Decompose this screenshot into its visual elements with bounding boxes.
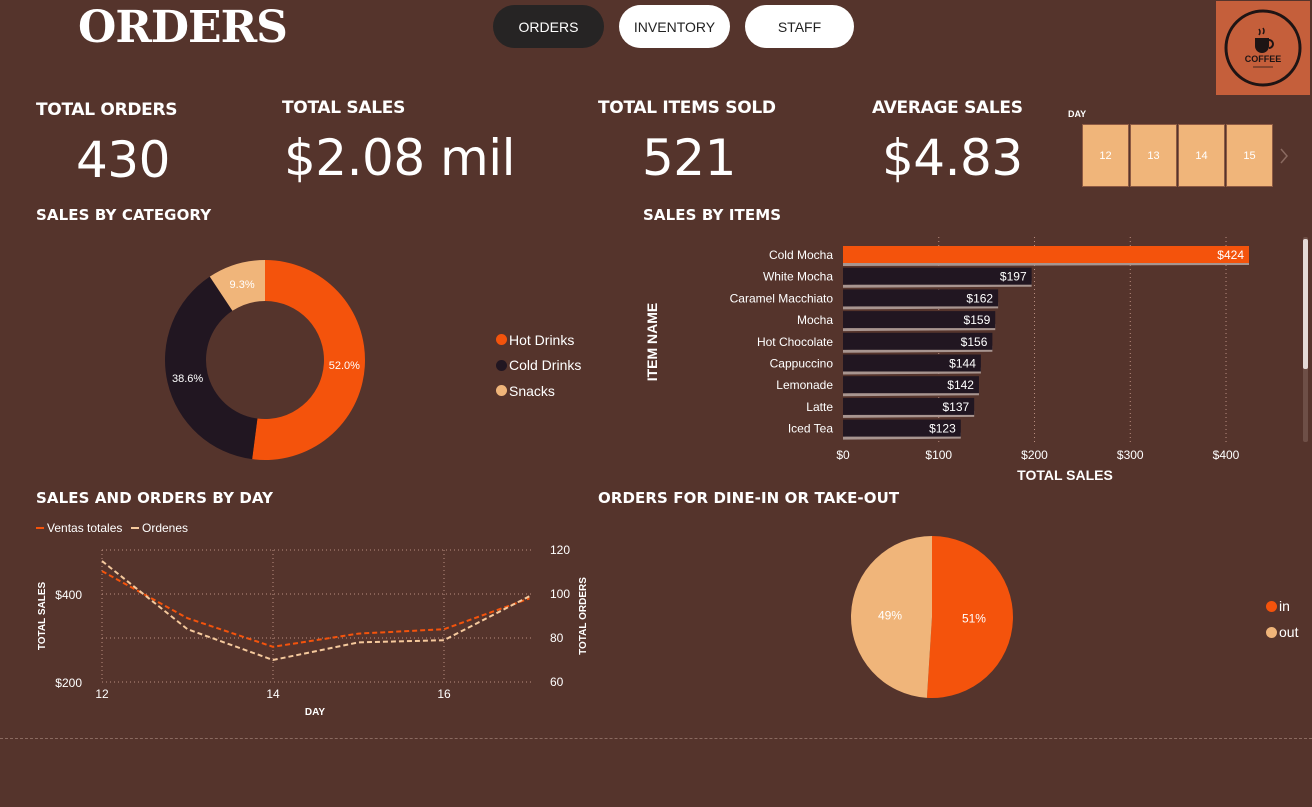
kpi-total-orders-label: TOTAL ORDERS bbox=[36, 100, 178, 120]
x-tick-label: $200 bbox=[1021, 448, 1048, 462]
day-slicer-label: DAY bbox=[1068, 109, 1087, 119]
x-tick-label: $300 bbox=[1117, 448, 1144, 462]
sales-orders-line-chart: Ventas totales Ordenes $400 $200 120 100 80 60 1… bbox=[36, 521, 589, 718]
page-title: ORDERS bbox=[78, 2, 288, 53]
legend-item[interactable]: Snacks bbox=[496, 378, 581, 403]
legend-label: Ordenes bbox=[142, 521, 188, 535]
pie-slice-label: 49% bbox=[878, 609, 902, 623]
pie-slice-label: 51% bbox=[962, 611, 986, 625]
dine-legend: in out bbox=[1266, 593, 1298, 645]
legend-label: Ventas totales bbox=[47, 521, 122, 535]
sales-by-items-title: SALES BY ITEMS bbox=[643, 206, 782, 224]
series-line-ordenes bbox=[101, 560, 530, 662]
legend-label: Cold Drinks bbox=[509, 357, 582, 373]
series-line-ventas bbox=[101, 570, 530, 648]
kpi-items-sold-value: 521 bbox=[642, 129, 736, 187]
nav-orders-button[interactable]: ORDERS bbox=[493, 5, 604, 48]
bar-category-label: Caramel Macchiato bbox=[730, 291, 834, 305]
y-axis-title: ITEM NAME bbox=[644, 303, 660, 382]
bar-value-label: $137 bbox=[942, 400, 969, 414]
legend-item[interactable]: out bbox=[1266, 619, 1298, 645]
bar-value-label: $159 bbox=[964, 313, 991, 327]
coffee-logo: COFFEE bbox=[1216, 1, 1310, 95]
bar-value-label: $156 bbox=[961, 335, 988, 349]
day-option-12[interactable]: 12 bbox=[1082, 124, 1129, 187]
donut-slice-label: 9.3% bbox=[230, 279, 255, 291]
sales-by-items-bar-chart: Cold Mocha $424 White Mocha $197 Caramel Mac… bbox=[644, 237, 1308, 483]
bar bbox=[843, 246, 1249, 263]
coffee-cup-icon: COFFEE bbox=[1224, 9, 1302, 87]
x-tick-label: $0 bbox=[836, 448, 850, 462]
sales-orders-by-day-title: SALES AND ORDERS BY DAY bbox=[36, 489, 274, 507]
bar-category-label: Mocha bbox=[797, 313, 833, 327]
bar-value-label: $123 bbox=[929, 422, 956, 436]
x-tick-label: $400 bbox=[1213, 448, 1240, 462]
dine-in-take-out-title: ORDERS FOR DINE-IN OR TAKE-OUT bbox=[598, 489, 900, 507]
bar-value-label: $162 bbox=[966, 291, 993, 305]
y-right-tick-label: 60 bbox=[550, 675, 564, 689]
x-tick-label: 12 bbox=[95, 687, 109, 701]
y-left-tick-label: $400 bbox=[55, 588, 82, 602]
donut-slice-label: 38.6% bbox=[172, 373, 203, 385]
y-right-tick-label: 80 bbox=[550, 631, 564, 645]
sales-by-category-title: SALES BY CATEGORY bbox=[36, 206, 212, 224]
legend-item[interactable]: in bbox=[1266, 593, 1298, 619]
legend-swatch bbox=[496, 359, 507, 371]
legend-swatch bbox=[496, 334, 507, 345]
kpi-total-sales-value: $2.08 mil bbox=[284, 129, 516, 187]
legend-label: Snacks bbox=[509, 382, 555, 399]
kpi-average-sales-label: AVERAGE SALES bbox=[872, 98, 1023, 118]
bar-value-label: $424 bbox=[1217, 248, 1244, 262]
day-option-14[interactable]: 14 bbox=[1178, 124, 1225, 187]
bar-value-label: $142 bbox=[947, 378, 974, 392]
bar-category-label: Hot Chocolate bbox=[757, 335, 833, 349]
donut-slice-label: 52.0% bbox=[329, 360, 360, 372]
y-right-axis-title: TOTAL ORDERS bbox=[578, 577, 589, 655]
logo-text: COFFEE bbox=[1245, 54, 1282, 64]
kpi-total-orders-value: 430 bbox=[76, 131, 170, 189]
legend-swatch bbox=[1266, 600, 1277, 612]
bar-value-label: $144 bbox=[949, 357, 976, 371]
legend-swatch bbox=[1266, 626, 1277, 638]
kpi-total-sales-label: TOTAL SALES bbox=[282, 98, 406, 118]
y-left-axis-title: TOTAL SALES bbox=[37, 582, 48, 651]
dine-in-take-out-pie: 51% 49% bbox=[851, 536, 1014, 698]
bar-value-label: $197 bbox=[1000, 270, 1027, 284]
bar-category-label: Iced Tea bbox=[788, 422, 833, 436]
category-legend: Hot Drinks Cold Drinks Snacks bbox=[496, 327, 581, 403]
bar-category-label: White Mocha bbox=[763, 270, 833, 284]
legend-label: out bbox=[1279, 624, 1299, 640]
y-right-tick-label: 120 bbox=[550, 543, 570, 557]
legend-item[interactable]: Hot Drinks bbox=[496, 327, 581, 352]
chevron-right-icon[interactable] bbox=[1278, 146, 1290, 166]
bar-category-label: Cold Mocha bbox=[769, 248, 833, 262]
x-tick-label: $100 bbox=[925, 448, 952, 462]
x-tick-label: 14 bbox=[266, 687, 280, 701]
bar-category-label: Cappuccino bbox=[770, 357, 834, 371]
nav-inventory-button[interactable]: INVENTORY bbox=[619, 5, 730, 48]
x-tick-label: 16 bbox=[437, 687, 451, 701]
day-option-15[interactable]: 15 bbox=[1226, 124, 1273, 187]
y-left-tick-label: $200 bbox=[55, 676, 82, 690]
legend-swatch bbox=[496, 385, 507, 396]
legend-label: in bbox=[1279, 598, 1290, 614]
sales-by-category-donut: 52.0% 38.6% 9.3% bbox=[165, 260, 365, 460]
nav-staff-button[interactable]: STAFF bbox=[745, 5, 854, 48]
legend-label: Hot Drinks bbox=[509, 331, 575, 348]
x-axis-title: DAY bbox=[305, 707, 326, 718]
kpi-average-sales-value: $4.83 bbox=[882, 129, 1023, 187]
scrollbar-thumb bbox=[1303, 239, 1308, 369]
bar-category-label: Lemonade bbox=[776, 378, 833, 392]
bar-category-label: Latte bbox=[806, 400, 833, 414]
legend-item[interactable]: Cold Drinks bbox=[496, 352, 581, 378]
x-axis-title: TOTAL SALES bbox=[1017, 467, 1113, 483]
day-option-13[interactable]: 13 bbox=[1130, 124, 1177, 187]
bottom-divider bbox=[0, 738, 1312, 739]
kpi-items-sold-label: TOTAL ITEMS SOLD bbox=[598, 98, 776, 118]
y-right-tick-label: 100 bbox=[550, 587, 570, 601]
